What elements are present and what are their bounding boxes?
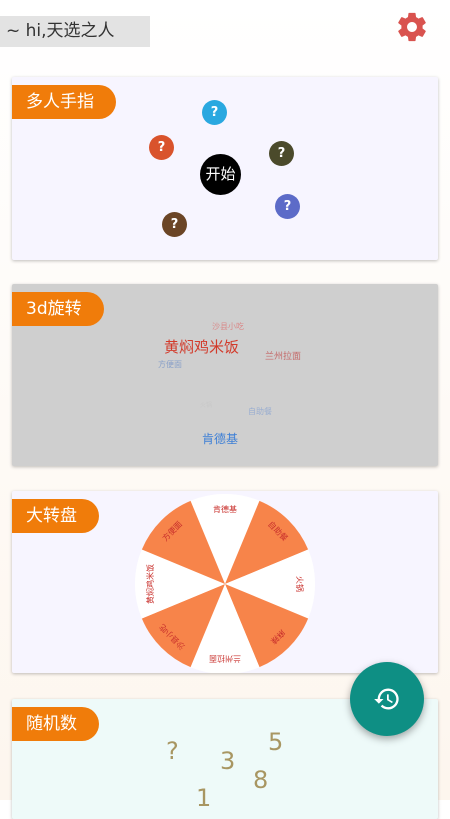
gear-icon[interactable]: [395, 10, 429, 44]
wheel-segment-label: 黄焖鸡米饭: [145, 564, 155, 604]
wheel-segment-label: 兰州拉面: [209, 654, 241, 664]
finger-marker: ?: [162, 212, 187, 237]
wheel-card[interactable]: 大转盘 肯德基 自助餐 火锅 麻辣 兰州拉面 沙县小吃 黄焖鸡米饭 方便面: [12, 491, 438, 673]
cloud-word: 沙县小吃: [212, 322, 244, 331]
wheel-segment-label: 火锅: [295, 576, 305, 592]
cloud-word: 黄焖鸡米饭: [164, 338, 240, 356]
cloud-word: 肯德基: [202, 432, 239, 446]
rotate3d-card[interactable]: 3d旋转 沙县小吃 黄焖鸡米饭 兰州拉面 方便面 火锅 自助餐 肯德基: [12, 284, 438, 466]
finger-marker: ?: [202, 100, 227, 125]
multi-finger-card[interactable]: 多人手指 ? ? ? ? ? 开始: [12, 77, 438, 260]
cloud-word: 方便面: [158, 360, 182, 369]
finger-marker: ?: [275, 194, 300, 219]
cloud-word: 兰州拉面: [265, 352, 302, 362]
cloud-word: 火锅: [200, 402, 213, 409]
random-digit: 1: [196, 784, 212, 812]
random-digit: ?: [166, 737, 179, 765]
card-tag-random: 随机数: [12, 707, 99, 741]
random-digit: 5: [268, 728, 284, 756]
finger-marker: ?: [269, 141, 294, 166]
wheel-segment-label: 肯德基: [213, 504, 237, 514]
start-button[interactable]: 开始: [200, 154, 241, 195]
card-tag-multi-finger: 多人手指: [12, 85, 116, 119]
cloud-word: 自助餐: [248, 407, 272, 416]
random-digit: 8: [253, 766, 269, 794]
history-button[interactable]: [350, 662, 424, 736]
history-icon: [374, 688, 399, 710]
prize-wheel[interactable]: 肯德基自助餐火锅麻辣兰州拉面沙县小吃黄焖鸡米饭方便面: [135, 494, 315, 673]
finger-marker: ?: [149, 135, 174, 160]
card-tag-wheel: 大转盘: [12, 499, 99, 533]
random-digit: 3: [220, 747, 236, 775]
card-tag-rotate3d: 3d旋转: [12, 292, 104, 326]
greeting-text: ~ hi,天选之人: [0, 16, 150, 47]
